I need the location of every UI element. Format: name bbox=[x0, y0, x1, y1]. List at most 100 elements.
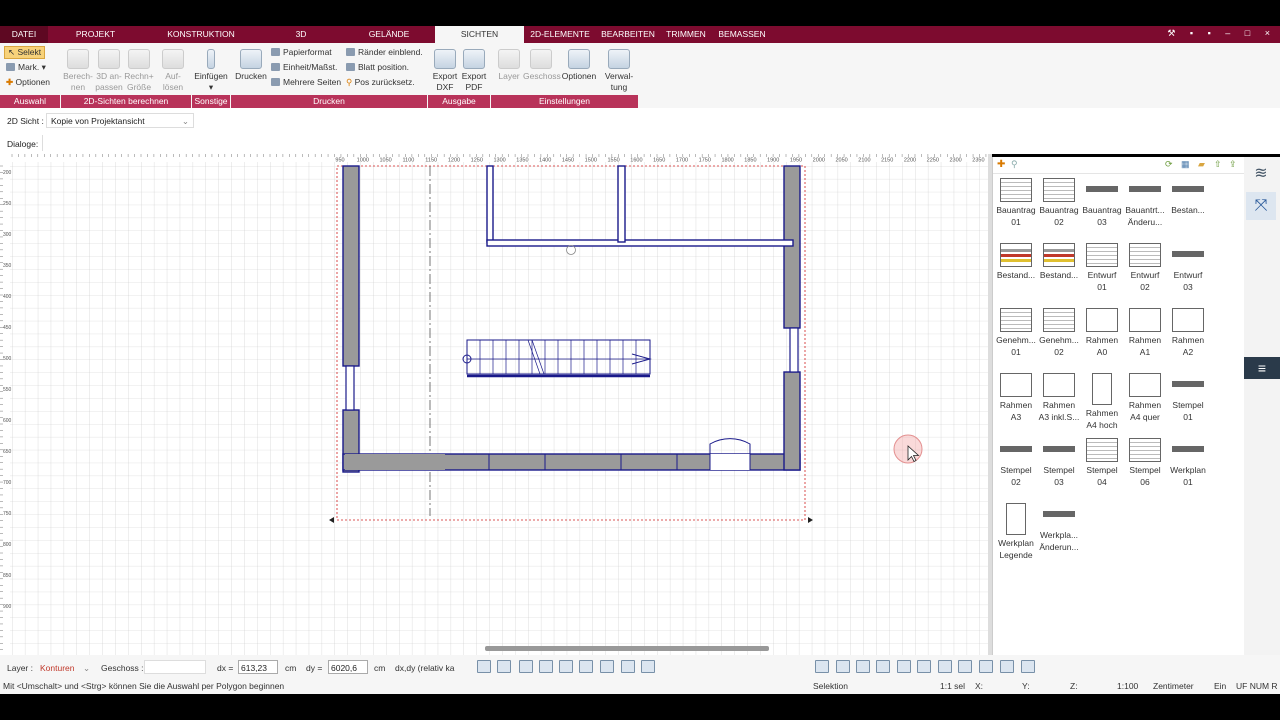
snap-tool-icon[interactable] bbox=[958, 660, 972, 673]
einheit-button[interactable]: Einheit/Maßst. bbox=[271, 62, 337, 72]
symbol-item[interactable]: Bestand... bbox=[994, 243, 1038, 281]
rechn-groesse-button[interactable]: Rechn+ Größe bbox=[123, 49, 155, 93]
add-icon[interactable]: ✚ bbox=[997, 159, 1005, 170]
layer-button[interactable]: Layer bbox=[495, 49, 523, 82]
grid bbox=[0, 154, 990, 655]
drucken-button[interactable]: Drucken bbox=[234, 49, 268, 82]
snap-tool-icon[interactable] bbox=[856, 660, 870, 673]
symbol-item[interactable]: Bestand... bbox=[1037, 243, 1081, 281]
menu-tab-gelände[interactable]: GELÄNDE bbox=[343, 26, 435, 43]
snap-tool-icon[interactable] bbox=[815, 660, 829, 673]
draw-tool-icon[interactable] bbox=[641, 660, 655, 673]
export-pdf-button[interactable]: Export PDF bbox=[459, 49, 489, 93]
snap-tool-icon[interactable] bbox=[897, 660, 911, 673]
layer-dropdown-icon[interactable]: ⌄ bbox=[83, 663, 90, 674]
draw-tool-icon[interactable] bbox=[497, 660, 511, 673]
papierformat-button[interactable]: Papierformat bbox=[271, 47, 332, 57]
export-icon[interactable]: ⇪ bbox=[1229, 159, 1237, 170]
symbol-item[interactable]: Rahmen A4 hoch bbox=[1080, 373, 1124, 431]
coordinate-mode-select[interactable]: dx,dy (relativ ka bbox=[395, 663, 455, 673]
verwaltung-button[interactable]: Verwal- tung bbox=[602, 49, 636, 93]
symbol-item[interactable]: Stempel 06 bbox=[1123, 438, 1167, 488]
view-select[interactable]: Kopie von Projektansicht ⌄ bbox=[46, 113, 194, 128]
geschoss-select[interactable] bbox=[144, 660, 206, 674]
export-dxf-button[interactable]: Export DXF bbox=[430, 49, 460, 93]
symbol-item[interactable]: Bauantrag 01 bbox=[994, 178, 1038, 228]
symbol-item[interactable]: Werkpla... Änderun... bbox=[1037, 503, 1081, 553]
snap-tool-icon[interactable] bbox=[979, 660, 993, 673]
up-icon[interactable]: ⇧ bbox=[1214, 159, 1222, 170]
symbol-item[interactable]: Werkplan Legende bbox=[994, 503, 1038, 561]
menu-tab-bemassen[interactable]: BEMASSEN bbox=[712, 26, 772, 43]
anpassen-button[interactable]: 3D an- passen bbox=[93, 49, 125, 93]
symbol-item[interactable]: Rahmen A4 quer bbox=[1123, 373, 1167, 423]
menu-tab-3d[interactable]: 3D bbox=[259, 26, 343, 43]
symbol-item[interactable]: Rahmen A3 inkl.S... bbox=[1037, 373, 1081, 423]
symbol-item[interactable]: Bauantrt... Änderu... bbox=[1123, 178, 1167, 228]
horizontal-scrollbar[interactable] bbox=[485, 646, 769, 651]
optionen-left-button[interactable]: ✚ Optionen bbox=[6, 77, 50, 88]
menu-tab-konstruktion[interactable]: KONSTRUKTION bbox=[143, 26, 259, 43]
layers-icon[interactable]: ≋ bbox=[1250, 163, 1272, 183]
symbol-item[interactable]: Stempel 01 bbox=[1166, 373, 1210, 423]
optionen-button[interactable]: Optionen bbox=[561, 49, 597, 82]
aufloesen-button[interactable]: Auf- lösen bbox=[158, 49, 188, 93]
snap-tool-icon[interactable] bbox=[917, 660, 931, 673]
symbol-item[interactable]: Stempel 04 bbox=[1080, 438, 1124, 488]
pos-zuruecksetzen-button[interactable]: ⚲ Pos zurücksetz. bbox=[346, 77, 415, 88]
symbol-item[interactable]: Entwurf 01 bbox=[1080, 243, 1124, 293]
symbol-item[interactable]: Rahmen A2 bbox=[1166, 308, 1210, 358]
draw-tool-icon[interactable] bbox=[600, 660, 614, 673]
symbol-item[interactable]: Bestan... bbox=[1166, 178, 1210, 216]
snap-tool-icon[interactable] bbox=[1000, 660, 1014, 673]
menu-tab-bearbeiten[interactable]: BEARBEITEN bbox=[596, 26, 660, 43]
einfuegen-button[interactable]: Einfügen ▾ bbox=[194, 49, 228, 93]
menu-tab-projekt[interactable]: PROJEKT bbox=[48, 26, 143, 43]
folder-icon[interactable]: ▰ bbox=[1198, 159, 1205, 170]
draw-tool-icon[interactable] bbox=[559, 660, 573, 673]
menu-tab-sichten[interactable]: SICHTEN bbox=[435, 26, 524, 43]
symbol-item[interactable]: Genehm... 02 bbox=[1037, 308, 1081, 358]
refresh-icon[interactable]: ⟳ bbox=[1165, 159, 1173, 170]
layer-value[interactable]: Konturen bbox=[40, 663, 75, 673]
drawing-canvas[interactable]: 950 1000 1050 1100 1150 1200 1250 1300 1350 1400 1… bbox=[0, 154, 990, 655]
symbol-item[interactable]: Bauantrag 02 bbox=[1037, 178, 1081, 228]
draw-tool-icon[interactable] bbox=[477, 660, 491, 673]
draw-tool-icon[interactable] bbox=[579, 660, 593, 673]
search-icon[interactable]: ⚲ bbox=[1011, 159, 1018, 170]
snap-tool-icon[interactable] bbox=[938, 660, 952, 673]
window-controls[interactable]: ⚒ ▪ ▪ – □ × bbox=[1167, 28, 1276, 39]
menu-tab-trimmen[interactable]: TRIMMEN bbox=[660, 26, 712, 43]
draw-tool-icon[interactable] bbox=[621, 660, 635, 673]
blatt-position-button[interactable]: Blatt position. bbox=[346, 62, 409, 72]
symbol-item[interactable]: Werkplan 01 bbox=[1166, 438, 1210, 488]
berechnen-button[interactable]: Berech- nen bbox=[62, 49, 94, 93]
symbol-item[interactable]: Entwurf 03 bbox=[1166, 243, 1210, 293]
menu-tab-datei[interactable]: DATEI bbox=[0, 26, 48, 43]
symbol-item[interactable]: Stempel 03 bbox=[1037, 438, 1081, 488]
dy-input[interactable]: 6020,6 bbox=[328, 660, 368, 674]
symbol-item[interactable]: Entwurf 02 bbox=[1123, 243, 1167, 293]
snap-tool-icon[interactable] bbox=[836, 660, 850, 673]
snap-tool-icon[interactable] bbox=[876, 660, 890, 673]
snap-tool-icon[interactable] bbox=[1021, 660, 1035, 673]
zoom-extents-icon[interactable]: ⤧ bbox=[1246, 192, 1276, 220]
symbol-item[interactable]: Rahmen A0 bbox=[1080, 308, 1124, 358]
dx-input[interactable]: 613,23 bbox=[238, 660, 278, 674]
floor-plan[interactable]: 950 1000 1050 1100 1150 1200 1250 1300 1350 1400 1… bbox=[0, 154, 990, 655]
symbol-item[interactable]: Stempel 02 bbox=[994, 438, 1038, 488]
menu-icon[interactable]: ≡ bbox=[1244, 357, 1280, 379]
symbol-item[interactable]: Rahmen A3 bbox=[994, 373, 1038, 423]
symbol-item[interactable]: Genehm... 01 bbox=[994, 308, 1038, 358]
grid-view-icon[interactable]: ▦ bbox=[1181, 159, 1190, 170]
menu-tab-2d-elemente[interactable]: 2D-ELEMENTE bbox=[524, 26, 596, 43]
mehrere-seiten-button[interactable]: Mehrere Seiten bbox=[271, 77, 341, 87]
geschoss-button[interactable]: Geschoss bbox=[523, 49, 561, 82]
mark-button[interactable]: Mark. ▾ bbox=[6, 62, 46, 73]
draw-tool-icon[interactable] bbox=[519, 660, 533, 673]
symbol-item[interactable]: Rahmen A1 bbox=[1123, 308, 1167, 358]
symbol-item[interactable]: Bauantrag 03 bbox=[1080, 178, 1124, 228]
raender-button[interactable]: Ränder einblend. bbox=[346, 47, 423, 57]
draw-tool-icon[interactable] bbox=[539, 660, 553, 673]
selekt-button[interactable]: ↖ Selekt bbox=[4, 46, 46, 59]
